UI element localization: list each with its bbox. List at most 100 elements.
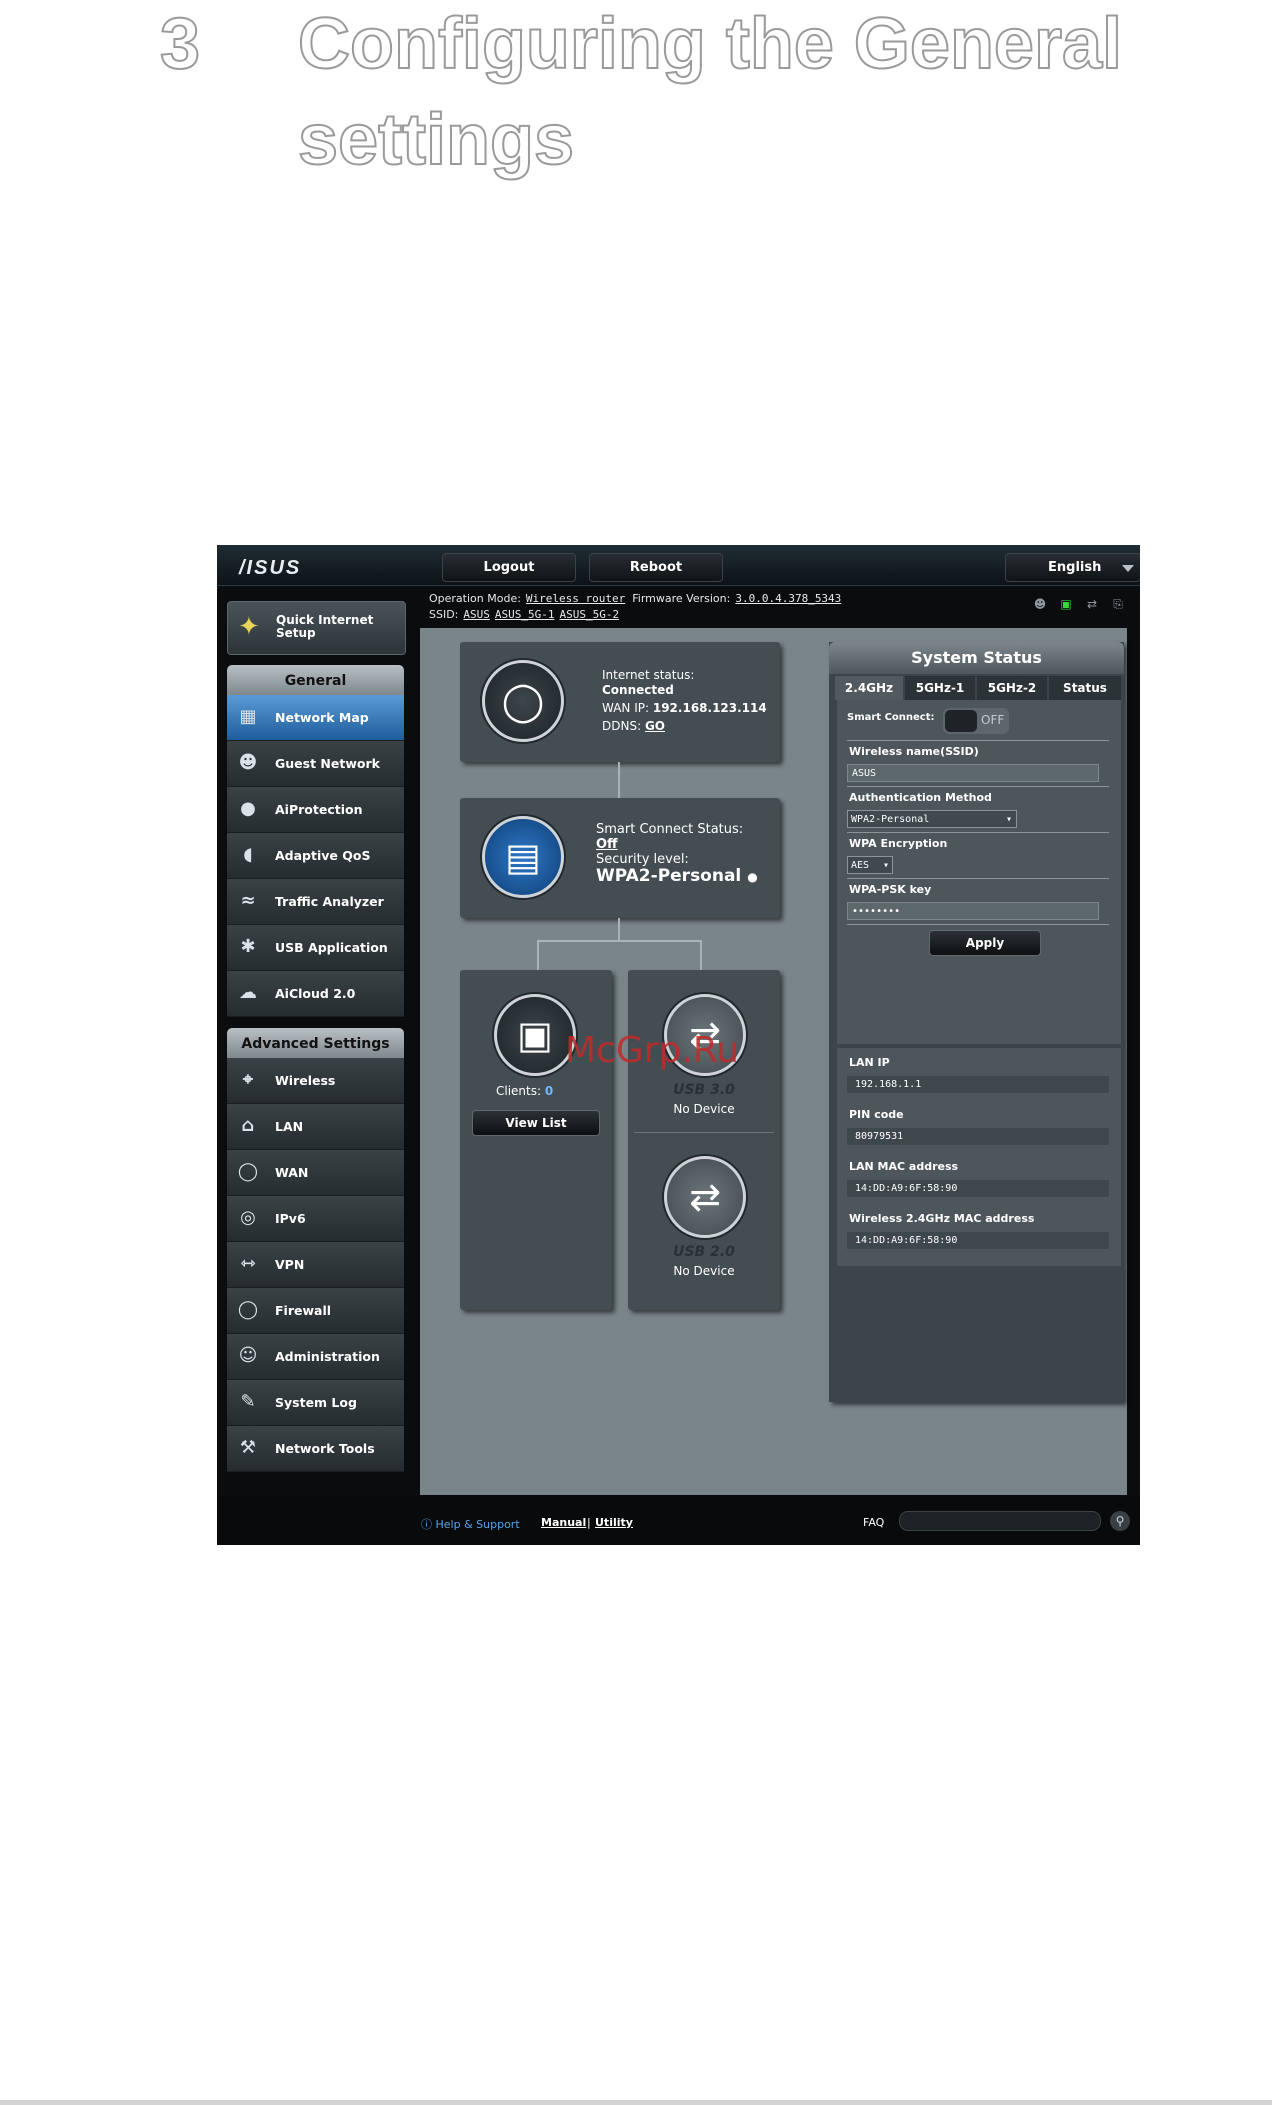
shield-icon: ◯ — [237, 1299, 259, 1320]
usb30-label: USB 3.0 — [673, 1082, 735, 1098]
vpn-icon: ⇿ — [240, 1253, 256, 1274]
wpa-encryption-label: WPA Encryption — [849, 837, 948, 850]
sidebar-item-label: Administration — [275, 1349, 380, 1364]
help-support-link[interactable]: ⓘ Help & Support — [421, 1516, 520, 1532]
tab-5ghz-2[interactable]: 5GHz-2 — [977, 676, 1047, 700]
wireless-name-label: Wireless name(SSID) — [849, 745, 979, 758]
router-card[interactable]: ▤ Smart Connect Status: Off Security lev… — [460, 798, 780, 918]
usb20-label: USB 2.0 — [673, 1244, 735, 1260]
sidebar-item-adaptive-qos[interactable]: ◖ Adaptive QoS — [227, 833, 404, 879]
clients-card[interactable]: ▣ Clients: 0 View List — [460, 970, 612, 1310]
toggle-knob — [945, 710, 977, 732]
globe-icon[interactable]: ◯ — [482, 660, 564, 742]
smart-connect-toggle[interactable]: OFF — [943, 708, 1009, 734]
op-mode-label: Operation Mode: — [429, 592, 521, 605]
connector-line — [537, 940, 702, 942]
advanced-settings-header: Advanced Settings — [227, 1028, 404, 1058]
view-list-button[interactable]: View List — [472, 1110, 600, 1136]
sidebar-item-label: Traffic Analyzer — [275, 894, 384, 909]
clients-label: Clients: — [496, 1084, 542, 1098]
users-icon[interactable]: ☻ — [1032, 597, 1048, 611]
divider — [847, 924, 1109, 925]
chapter-title: Configuring the General settings — [297, 3, 1123, 181]
ssid-link-2[interactable]: ASUS_5G-1 — [495, 608, 555, 621]
ssid-input[interactable]: ASUS — [847, 764, 1099, 782]
clients-count: 0 — [544, 1084, 554, 1098]
sidebar-item-wireless[interactable]: ⌖ Wireless — [227, 1058, 404, 1104]
chevron-down-icon: ▾ — [1005, 814, 1012, 825]
sidebar-item-traffic-analyzer[interactable]: ≈ Traffic Analyzer — [227, 879, 404, 925]
network-map-panel: ◯ Internet status: Connected WAN IP: 192… — [420, 628, 1127, 1495]
sidebar-item-network-map[interactable]: ▦ Network Map — [227, 695, 404, 741]
sidebar-item-label: LAN — [275, 1119, 304, 1134]
tab-2-4ghz[interactable]: 2.4GHz — [835, 676, 903, 700]
auth-method-select[interactable]: WPA2-Personal ▾ — [847, 810, 1017, 828]
manual-link[interactable]: Manual — [541, 1516, 586, 1529]
smart-connect-value[interactable]: Off — [596, 837, 758, 852]
sidebar-item-label: Network Tools — [275, 1441, 375, 1456]
sidebar-item-guest-network[interactable]: ☻ Guest Network — [227, 741, 404, 787]
sidebar-item-usb-application[interactable]: ✱ USB Application — [227, 925, 404, 971]
op-mode-link[interactable]: Wireless router — [526, 592, 625, 605]
utility-link[interactable]: Utility — [595, 1516, 633, 1529]
connector-line — [700, 940, 702, 970]
sidebar-item-vpn[interactable]: ⇿ VPN — [227, 1242, 404, 1288]
faq-search-input[interactable] — [899, 1511, 1101, 1531]
general-header: General — [227, 665, 404, 695]
security-label: Security level: — [596, 852, 689, 867]
wpa-psk-input[interactable]: •••••••• — [847, 902, 1099, 920]
usb-icon[interactable]: ⇄ — [1084, 597, 1100, 611]
sidebar-item-network-tools[interactable]: ⚒ Network Tools — [227, 1426, 404, 1472]
pin-code-label: PIN code — [849, 1108, 904, 1121]
apply-button[interactable]: Apply — [929, 930, 1041, 956]
cloud-icon: ☁ — [239, 982, 257, 1003]
faq-label: FAQ — [863, 1516, 885, 1529]
connector-line — [618, 918, 620, 940]
wifi-icon: ⌖ — [242, 1069, 254, 1090]
router-icon[interactable]: ▤ — [482, 816, 564, 898]
sidebar-item-label: VPN — [275, 1257, 305, 1272]
security-value: WPA2-Personal — [596, 866, 742, 886]
language-label: English — [1048, 560, 1102, 575]
sidebar-item-administration[interactable]: ☺ Administration — [227, 1334, 404, 1380]
sidebar-item-system-log[interactable]: ✎ System Log — [227, 1380, 404, 1426]
ssid-link-3[interactable]: ASUS_5G-2 — [560, 608, 620, 621]
quick-internet-setup-button[interactable]: ✦ Quick Internet Setup — [227, 601, 406, 655]
language-select[interactable]: English — [1005, 553, 1140, 582]
sidebar-item-wan[interactable]: ◯ WAN — [227, 1150, 404, 1196]
router-status-text: Smart Connect Status: Off Security level… — [596, 822, 758, 885]
wireless-mac-label: Wireless 2.4GHz MAC address — [849, 1212, 1035, 1225]
search-icon[interactable]: ⚲ — [1110, 1511, 1130, 1531]
ddns-go-link[interactable]: GO — [645, 719, 665, 733]
sidebar-item-aicloud[interactable]: ☁ AiCloud 2.0 — [227, 971, 404, 1017]
puzzle-icon: ✱ — [240, 936, 256, 957]
connector-line — [537, 940, 539, 970]
sidebar-item-aiprotection[interactable]: ● AiProtection — [227, 787, 404, 833]
tab-status[interactable]: Status — [1049, 676, 1121, 700]
usb-card: ⇄ USB 3.0 No Device ⇄ USB 2.0 No Device — [628, 970, 780, 1310]
logout-button[interactable]: Logout — [442, 553, 576, 582]
reboot-button[interactable]: Reboot — [589, 553, 723, 582]
footer: ⓘ Help & Support Manual | Utility FAQ ⚲ — [217, 1495, 1140, 1545]
usb-icon[interactable]: ⇄ — [664, 1156, 746, 1238]
status-icons: ☻ ▣ ⇄ ⎘ — [1032, 597, 1126, 611]
wireless-settings: Smart Connect: OFF Wireless name(SSID) A… — [837, 700, 1121, 1044]
sidebar-item-lan[interactable]: ⌂ LAN — [227, 1104, 404, 1150]
internet-status-text: Internet status: Connected WAN IP: 192.1… — [602, 668, 767, 734]
lan-info: LAN IP 192.168.1.1 PIN code 80979531 LAN… — [837, 1048, 1121, 1266]
traffic-icon: ≈ — [240, 890, 256, 911]
monitor-icon[interactable]: ▣ — [494, 994, 576, 1076]
lock-icon: ● — [240, 798, 256, 819]
internet-card[interactable]: ◯ Internet status: Connected WAN IP: 192… — [460, 642, 780, 762]
tab-5ghz-1[interactable]: 5GHz-1 — [905, 676, 975, 700]
lan-mac-value: 14:DD:A9:6F:58:90 — [847, 1180, 1109, 1197]
firmware-link[interactable]: 3.0.0.4.378_5343 — [735, 592, 841, 605]
ssid-link-1[interactable]: ASUS — [463, 608, 490, 621]
wpa-encryption-select[interactable]: AES ▾ — [847, 856, 893, 874]
clients-text: Clients: 0 — [496, 1084, 553, 1099]
network-icon[interactable]: ▣ — [1058, 597, 1074, 611]
sidebar-item-ipv6[interactable]: ◎ IPv6 — [227, 1196, 404, 1242]
sidebar-item-label: AiCloud 2.0 — [275, 986, 356, 1001]
printer-icon[interactable]: ⎘ — [1110, 597, 1126, 611]
sidebar-item-firewall[interactable]: ◯ Firewall — [227, 1288, 404, 1334]
